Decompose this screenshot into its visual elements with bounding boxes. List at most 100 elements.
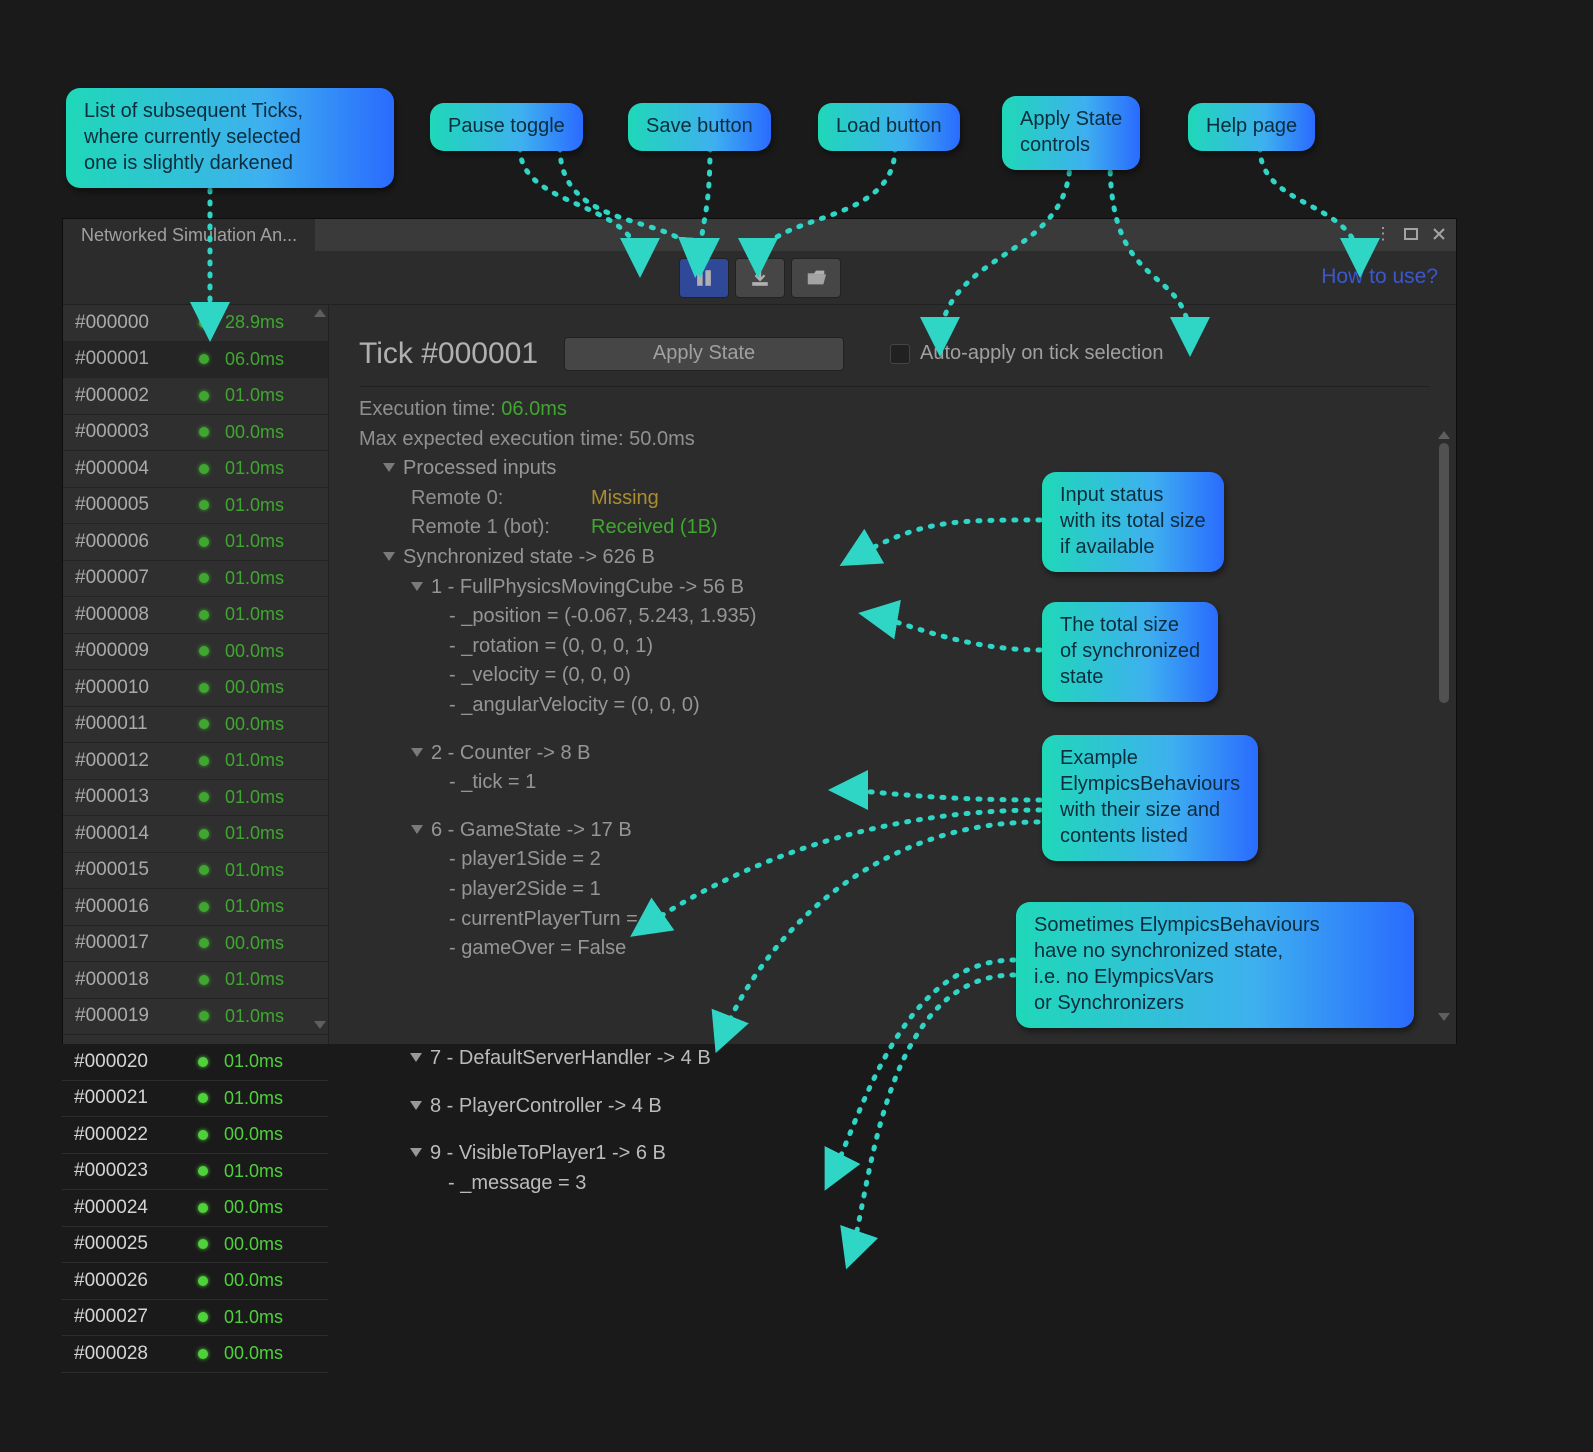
apply-state-button[interactable]: Apply State bbox=[564, 337, 844, 371]
tick-row[interactable]: #00000401.0ms bbox=[63, 451, 328, 488]
tick-row[interactable]: #00001700.0ms bbox=[63, 926, 328, 963]
tick-id: #000003 bbox=[75, 421, 185, 443]
tick-row[interactable]: #00000801.0ms bbox=[63, 597, 328, 634]
save-button[interactable] bbox=[735, 258, 785, 298]
node-title[interactable]: 2 - Counter -> 8 B bbox=[431, 742, 591, 764]
tick-row[interactable]: #00001201.0ms bbox=[63, 743, 328, 780]
details-scrollbar[interactable] bbox=[1438, 431, 1450, 1021]
tick-id: #000028 bbox=[74, 1343, 184, 1365]
tick-row[interactable]: #00002600.0ms bbox=[62, 1263, 328, 1300]
tick-row[interactable]: #00002001.0ms bbox=[62, 1044, 328, 1081]
menu-icon[interactable]: ⋮ bbox=[1372, 223, 1394, 245]
tick-row[interactable]: #000003 00.0ms bbox=[63, 415, 328, 452]
tick-row[interactable]: #00002500.0ms bbox=[62, 1227, 328, 1264]
tick-id: #000025 bbox=[74, 1233, 184, 1255]
tick-row[interactable]: #00001301.0ms bbox=[63, 780, 328, 817]
status-dot-icon bbox=[198, 1239, 208, 1249]
ticklist-scrollbar[interactable] bbox=[314, 309, 326, 1029]
tick-ms: 01.0ms bbox=[225, 1006, 284, 1027]
load-button[interactable] bbox=[791, 258, 841, 298]
tick-ms: 00.0ms bbox=[225, 641, 284, 662]
tick-row[interactable]: #00002301.0ms bbox=[62, 1154, 328, 1191]
tick-row[interactable]: #00002400.0ms bbox=[62, 1190, 328, 1227]
chevron-down-icon[interactable] bbox=[410, 1101, 422, 1110]
chevron-down-icon[interactable] bbox=[411, 582, 423, 591]
exec-time-label: Execution time: bbox=[359, 398, 496, 420]
status-dot-icon bbox=[199, 573, 209, 583]
tick-row[interactable]: #00001801.0ms bbox=[63, 962, 328, 999]
tick-id: #000001 bbox=[75, 348, 185, 370]
exec-time-value: 06.0ms bbox=[501, 398, 567, 420]
tab-active[interactable]: Networked Simulation An... bbox=[63, 219, 315, 251]
tick-ms: 01.0ms bbox=[225, 969, 284, 990]
tick-row[interactable]: #00001901.0ms bbox=[63, 999, 328, 1036]
close-icon[interactable] bbox=[1428, 223, 1450, 245]
callout-behaviours: Example ElympicsBehaviours with their si… bbox=[1042, 735, 1258, 861]
tick-row[interactable]: #00001100.0ms bbox=[63, 707, 328, 744]
tick-row[interactable]: #00000701.0ms bbox=[63, 561, 328, 598]
callout-load: Load button bbox=[818, 103, 960, 151]
tick-ms: 00.0ms bbox=[225, 677, 284, 698]
callout-inputs: Input status with its total size if avai… bbox=[1042, 472, 1224, 572]
tick-header: Tick #000001 Apply State Auto-apply on t… bbox=[359, 321, 1430, 387]
tick-id: #000010 bbox=[75, 677, 185, 699]
tick-id: #000024 bbox=[74, 1197, 184, 1219]
sync-state-heading[interactable]: Synchronized state -> 626 B bbox=[403, 546, 655, 568]
tick-row[interactable]: #00000028.9ms bbox=[63, 305, 328, 342]
tick-id: #000005 bbox=[75, 494, 185, 516]
node-field: - gameOver = False bbox=[449, 937, 626, 959]
tick-ms: 00.0ms bbox=[225, 422, 284, 443]
tick-row[interactable]: #00000601.0ms bbox=[63, 524, 328, 561]
tick-row[interactable]: #00001501.0ms bbox=[63, 853, 328, 890]
tick-list[interactable]: #00000028.9ms#00000106.0ms#00000201.0ms#… bbox=[63, 305, 329, 1044]
tick-row[interactable]: #00000900.0ms bbox=[63, 634, 328, 671]
checkbox-icon[interactable] bbox=[890, 344, 910, 364]
status-dot-icon bbox=[199, 646, 209, 656]
status-dot-icon bbox=[199, 865, 209, 875]
node-title[interactable]: 9 - VisibleToPlayer1 -> 6 B bbox=[430, 1142, 666, 1164]
maximize-icon[interactable] bbox=[1400, 223, 1422, 245]
tick-ms: 01.0ms bbox=[225, 385, 284, 406]
chevron-down-icon[interactable] bbox=[410, 1053, 422, 1062]
chevron-down-icon[interactable] bbox=[383, 552, 395, 561]
node-title[interactable]: 6 - GameState -> 17 B bbox=[431, 819, 632, 841]
tick-id: #000013 bbox=[75, 786, 185, 808]
auto-apply-label: Auto-apply on tick selection bbox=[920, 342, 1163, 365]
tick-row[interactable]: #000028 00.0ms bbox=[62, 1336, 328, 1373]
callout-ticklist: List of subsequent Ticks, where currentl… bbox=[66, 88, 394, 188]
processed-inputs-heading[interactable]: Processed inputs bbox=[403, 457, 556, 479]
tick-id: #000022 bbox=[74, 1124, 184, 1146]
tick-row[interactable]: #00000201.0ms bbox=[63, 378, 328, 415]
tick-row[interactable]: #00002701.0ms bbox=[62, 1300, 328, 1337]
chevron-down-icon[interactable] bbox=[411, 825, 423, 834]
tick-row[interactable]: #00000106.0ms bbox=[63, 342, 328, 379]
chevron-down-icon[interactable] bbox=[411, 748, 423, 757]
node-title[interactable]: 1 - FullPhysicsMovingCube -> 56 B bbox=[431, 576, 744, 598]
tick-row[interactable]: #00002101.0ms bbox=[62, 1081, 328, 1118]
tick-ms: 01.0ms bbox=[225, 823, 284, 844]
node-title[interactable]: 8 - PlayerController -> 4 B bbox=[430, 1095, 662, 1117]
node-field: - _velocity = (0, 0, 0) bbox=[449, 664, 631, 686]
help-link[interactable]: How to use? bbox=[1321, 265, 1438, 289]
overflow-region: #00002001.0ms#00002101.0ms#00002200.0ms#… bbox=[62, 1044, 1457, 1452]
chevron-down-icon[interactable] bbox=[410, 1148, 422, 1157]
node-field: - player2Side = 1 bbox=[449, 878, 601, 900]
node-title[interactable]: 7 - DefaultServerHandler -> 4 B bbox=[430, 1047, 711, 1069]
chevron-down-icon[interactable] bbox=[383, 463, 395, 472]
pause-button[interactable] bbox=[679, 258, 729, 298]
tick-ms: 01.0ms bbox=[225, 568, 284, 589]
tick-ms: 01.0ms bbox=[224, 1161, 283, 1182]
tick-id: #000017 bbox=[75, 932, 185, 954]
tick-row[interactable]: #00001401.0ms bbox=[63, 816, 328, 853]
tick-row[interactable]: #00001601.0ms bbox=[63, 889, 328, 926]
auto-apply-toggle[interactable]: Auto-apply on tick selection bbox=[890, 342, 1163, 365]
tick-ms: 01.0ms bbox=[225, 531, 284, 552]
status-dot-icon bbox=[199, 792, 209, 802]
status-dot-icon bbox=[199, 464, 209, 474]
tick-row[interactable]: #000010 00.0ms bbox=[63, 670, 328, 707]
tick-row[interactable]: #00002200.0ms bbox=[62, 1117, 328, 1154]
tick-row[interactable]: #00000501.0ms bbox=[63, 488, 328, 525]
tick-ms: 00.0ms bbox=[224, 1343, 283, 1364]
tick-ms: 01.0ms bbox=[224, 1307, 283, 1328]
tick-id: #000011 bbox=[75, 713, 185, 735]
